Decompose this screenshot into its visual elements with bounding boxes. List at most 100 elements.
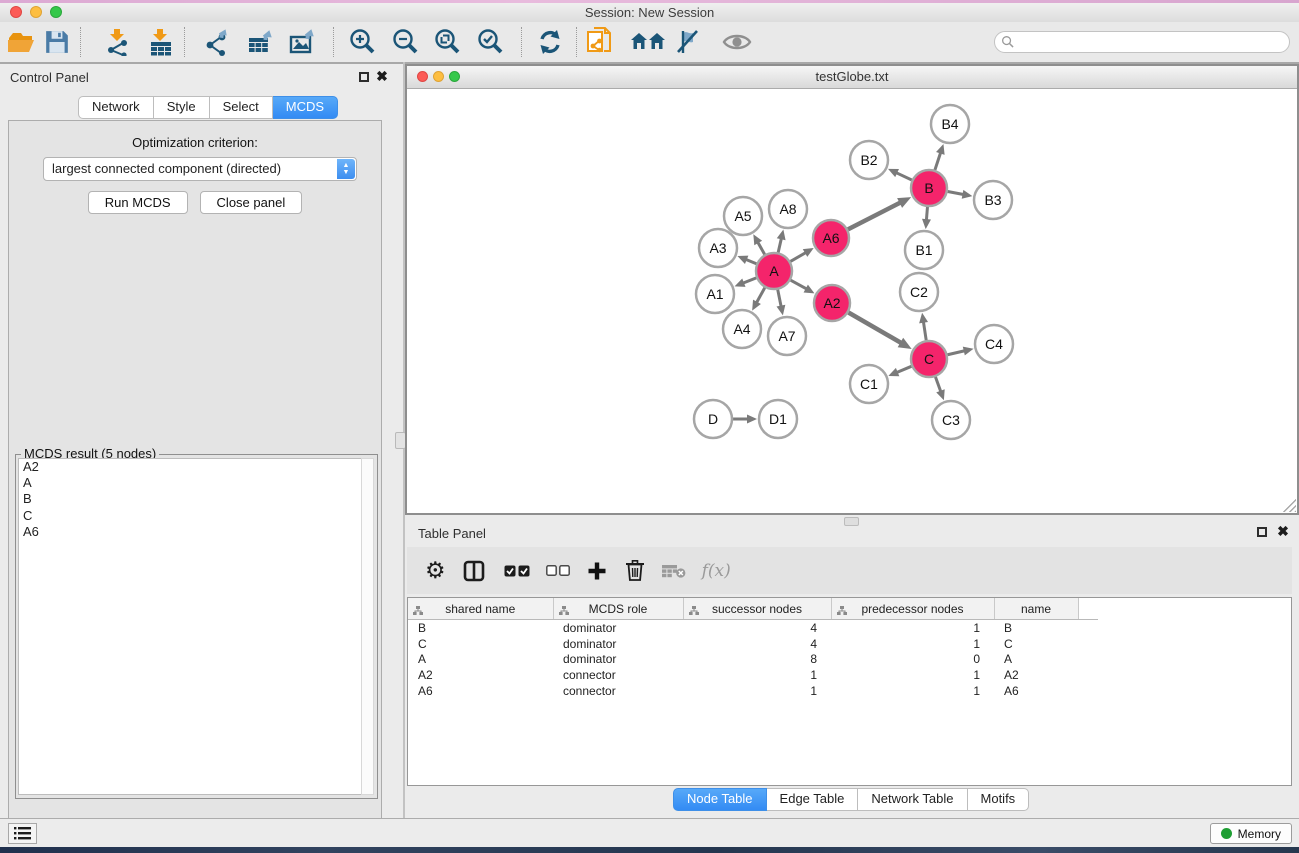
list-item[interactable]: A2 [19,459,361,475]
refresh-button[interactable] [532,26,568,58]
graph-node-A6[interactable]: A6 [813,220,849,256]
table-panel-title: Table Panel [418,526,486,541]
add-column-button[interactable] [587,561,607,581]
minimize-traffic-light[interactable] [30,6,42,18]
graph-node-B[interactable]: B [911,170,947,206]
graph-node-A4[interactable]: A4 [723,310,761,348]
home-layout-button[interactable] [630,26,666,58]
tab-style[interactable]: Style [154,96,210,119]
column-header-name[interactable]: name [994,598,1078,620]
export-image-button[interactable] [284,26,320,58]
save-session-button[interactable] [39,26,75,58]
graph-node-B2[interactable]: B2 [850,141,888,179]
import-table-button[interactable] [143,26,179,58]
run-mcds-button[interactable]: Run MCDS [88,191,188,214]
network-zoom-traffic-light[interactable] [449,71,460,82]
criterion-dropdown[interactable]: largest connected component (directed) ▲… [43,157,357,181]
network-minimize-traffic-light[interactable] [433,71,444,82]
graph-node-A3[interactable]: A3 [699,229,737,267]
list-item[interactable]: A [19,475,361,491]
delete-table-button[interactable] [662,564,686,578]
graph-node-B4[interactable]: B4 [931,105,969,143]
zoom-selected-button[interactable] [472,26,508,58]
clone-network-icon [584,26,616,58]
table-toolbar: ⚙ f(x) [407,547,1292,594]
zoom-traffic-light[interactable] [50,6,62,18]
tab-motifs[interactable]: Motifs [968,788,1030,811]
column-header-shared-name[interactable]: shared name [408,598,553,620]
graph-edge-arrowhead [777,229,786,240]
task-history-button[interactable] [8,823,37,844]
mcds-list-scrollbar[interactable] [361,458,374,795]
table-row[interactable]: Bdominator41B [408,620,1098,636]
graph-edge [790,253,805,262]
graph-node-C2[interactable]: C2 [900,273,938,311]
memory-status-icon [1221,828,1232,839]
search-input[interactable] [994,31,1290,53]
network-close-traffic-light[interactable] [417,71,428,82]
hide-annotations-button[interactable] [670,26,706,58]
control-panel: Control Panel ✖ Network Style Select MCD… [0,62,403,818]
close-panel-button[interactable]: Close panel [200,191,303,214]
select-all-button[interactable] [504,565,530,577]
table-row[interactable]: Adominator80A [408,651,1098,667]
table-row[interactable]: A2connector11A2 [408,667,1098,683]
graph-edge-arrowhead [922,219,931,229]
graph-edge [743,278,756,283]
clone-network-button[interactable] [582,26,618,58]
graph-node-A5[interactable]: A5 [724,197,762,235]
list-item[interactable]: A6 [19,524,361,540]
svg-text:A2: A2 [823,295,840,311]
network-canvas-svg: B4 B2 B B3 A8A5 A6 A3 B1 A A1 C2 A2 A4A7 C4 C C1 C3 D D1 [407,89,1297,514]
graph-node-D1[interactable]: D1 [759,400,797,438]
graph-node-C4[interactable]: C4 [975,325,1013,363]
list-item[interactable]: B [19,491,361,507]
settings-gear-button[interactable]: ⚙ [425,557,446,584]
list-item[interactable]: C [19,508,361,524]
graph-node-C[interactable]: C [911,341,947,377]
export-network-button[interactable] [199,26,235,58]
control-panel-close-button[interactable]: ✖ [375,67,389,85]
graph-node-B3[interactable]: B3 [974,181,1012,219]
zoom-in-button[interactable] [344,26,380,58]
mcds-result-list[interactable]: A2ABCA6 [18,458,362,795]
graph-node-C3[interactable]: C3 [932,401,970,439]
zoom-fit-button[interactable] [429,26,465,58]
table-panel-close-button[interactable]: ✖ [1276,522,1290,540]
tab-edge-table[interactable]: Edge Table [767,788,859,811]
delete-column-button[interactable] [626,560,644,581]
import-network-button[interactable] [100,26,136,58]
table-row[interactable]: Cdominator41C [408,636,1098,652]
column-header-successor-nodes[interactable]: successor nodes [683,598,831,620]
zoom-out-button[interactable] [387,26,423,58]
table-row[interactable]: A6connector11A6 [408,683,1098,699]
deselect-all-button[interactable] [546,565,570,576]
memory-button[interactable]: Memory [1210,823,1292,844]
tab-mcds[interactable]: MCDS [273,96,338,119]
graph-node-A2[interactable]: A2 [814,285,850,321]
tab-select[interactable]: Select [210,96,273,119]
tab-network[interactable]: Network [78,96,154,119]
graph-node-A7[interactable]: A7 [768,317,806,355]
graph-node-A8[interactable]: A8 [769,190,807,228]
tab-network-table[interactable]: Network Table [858,788,967,811]
graph-node-A1[interactable]: A1 [696,275,734,313]
column-header-mcds-role[interactable]: MCDS role [553,598,683,620]
function-builder-button[interactable]: f(x) [702,561,731,581]
column-header-predecessor-nodes[interactable]: predecessor nodes [831,598,994,620]
table-panel-float-button[interactable] [1257,527,1267,537]
graph-node-B1[interactable]: B1 [905,231,943,269]
control-panel-float-button[interactable] [359,72,369,82]
close-traffic-light[interactable] [10,6,22,18]
graphics-details-button[interactable] [719,26,755,58]
column-chooser-button[interactable] [463,560,485,582]
graph-node-C1[interactable]: C1 [850,365,888,403]
export-table-button[interactable] [242,26,278,58]
save-session-icon [44,29,70,55]
graph-node-D[interactable]: D [694,400,732,438]
graph-node-A[interactable]: A [756,253,792,289]
table-header-row: shared name MCDS role successor nodes pr… [408,598,1098,620]
network-canvas[interactable]: B4 B2 B B3 A8A5 A6 A3 B1 A A1 C2 A2 A4A7 C4 C C1 C3 D D1 [407,89,1297,513]
open-session-button[interactable] [3,26,39,58]
tab-node-table[interactable]: Node Table [673,788,767,811]
